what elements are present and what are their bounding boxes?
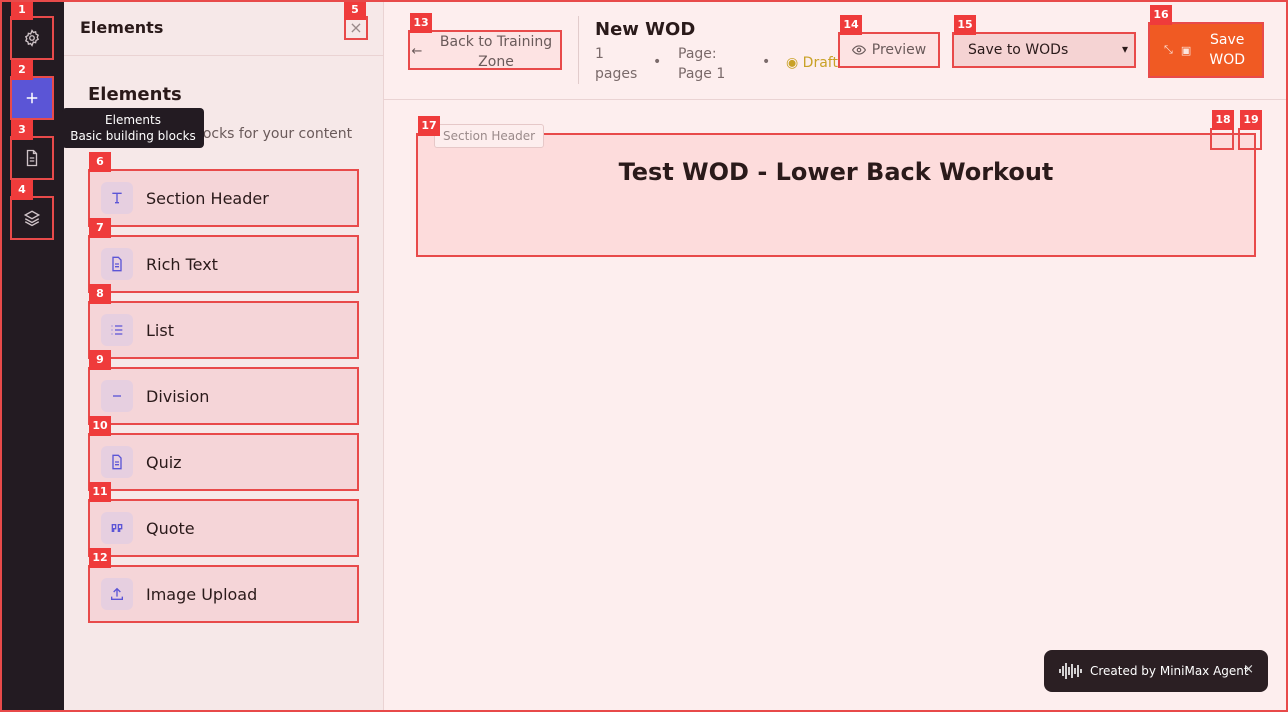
close-icon: × — [349, 18, 363, 37]
icon-rail — [0, 0, 64, 712]
pages-count: 1 pages — [595, 46, 638, 82]
pages-button[interactable] — [10, 136, 54, 180]
annotation-badge: 12 — [89, 548, 111, 568]
page-title: New WOD — [595, 19, 696, 40]
annotation-badge: 14 — [840, 15, 862, 35]
document-icon — [26, 149, 38, 167]
current-page: Page: Page 1 — [678, 46, 726, 82]
annotation-badge: 5 — [344, 0, 366, 20]
meta-separator: • — [762, 54, 771, 70]
tooltip-subtitle: Basic building blocks — [70, 129, 196, 143]
panel-header: Elements × — [64, 0, 384, 56]
back-label: Back to Training Zone — [439, 34, 553, 70]
element-label: List — [146, 320, 174, 340]
tooltip-title: Elements — [105, 113, 161, 127]
annotation-badge: 8 — [89, 284, 111, 304]
save-icon: ▣ — [1180, 43, 1192, 57]
elements-tooltip: Elements Basic building blocks — [62, 108, 204, 148]
section-heading[interactable]: Test WOD - Lower Back Workout — [416, 158, 1256, 186]
save-destination-select[interactable]: Save to WODs ▾ — [952, 32, 1136, 68]
section-type-tag: Section Header — [434, 124, 545, 148]
annotation-badge: 9 — [89, 350, 111, 370]
annotation-badge: 11 — [89, 482, 111, 502]
panel-header-title: Elements — [80, 18, 164, 37]
eye-icon: ◉ — [786, 55, 803, 71]
element-label: Section Header — [146, 188, 269, 208]
annotation-badge: 15 — [954, 15, 976, 35]
eye-icon — [851, 45, 866, 55]
preview-label: Preview — [871, 42, 927, 58]
annotation-badge: 3 — [11, 120, 33, 140]
waveform-icon — [1059, 663, 1082, 679]
annotation-badge: 18 — [1212, 110, 1234, 130]
header-divider — [578, 16, 579, 84]
meta-separator: • — [653, 54, 662, 70]
element-label: Quote — [146, 518, 195, 538]
status-badge: ◉ Draft — [786, 55, 838, 71]
save-wod-label: Save WOD — [1209, 32, 1246, 68]
block-delete-button[interactable] — [1238, 128, 1262, 150]
element-list[interactable]: List — [88, 301, 359, 359]
annotation-badge: 7 — [89, 218, 111, 238]
minimax-toast: Created by MiniMax Agent × — [1044, 650, 1268, 692]
chevron-down-icon: ▾ — [1121, 42, 1128, 56]
element-label: Division — [146, 386, 210, 406]
element-image-upload[interactable]: Image Upload — [88, 565, 359, 623]
arrow-left-icon: ← — [411, 44, 423, 59]
element-quiz[interactable]: Quiz — [88, 433, 359, 491]
annotation-badge: 1 — [11, 0, 33, 20]
status-label: Draft — [802, 55, 838, 71]
expand-icon: ⤡ — [1164, 43, 1173, 56]
gear-icon — [24, 29, 40, 47]
annotation-badge: 16 — [1150, 5, 1172, 25]
element-quote[interactable]: Quote — [88, 499, 359, 557]
elements-panel: Elements × Elements Basic building block… — [64, 0, 384, 712]
section-header-block[interactable] — [416, 133, 1256, 257]
upload-icon — [101, 578, 133, 610]
annotation-badge: 13 — [410, 13, 432, 33]
annotation-badge: 10 — [89, 416, 111, 436]
save-wod-button[interactable]: ⤡ ▣ Save WOD — [1148, 22, 1264, 78]
minus-icon — [101, 380, 133, 412]
annotation-badge: 19 — [1240, 110, 1262, 130]
element-label: Quiz — [146, 452, 182, 472]
element-label: Rich Text — [146, 254, 218, 274]
save-select-value: Save to WODs — [968, 42, 1069, 58]
close-icon[interactable]: × — [1243, 662, 1254, 677]
list-icon — [101, 314, 133, 346]
plus-icon — [26, 92, 38, 104]
back-to-training-zone-button[interactable]: ← Back to Training Zone — [408, 30, 562, 70]
add-element-button[interactable] — [10, 76, 54, 120]
layers-button[interactable] — [10, 196, 54, 240]
element-section-header[interactable]: Section Header — [88, 169, 359, 227]
preview-button[interactable]: Preview — [838, 32, 940, 68]
block-action-button[interactable] — [1210, 128, 1234, 150]
element-division[interactable]: Division — [88, 367, 359, 425]
document-icon — [101, 446, 133, 478]
document-icon — [101, 248, 133, 280]
annotation-badge: 2 — [11, 60, 33, 80]
settings-button[interactable] — [10, 16, 54, 60]
type-icon — [101, 182, 133, 214]
element-rich-text[interactable]: Rich Text — [88, 235, 359, 293]
layers-icon — [23, 210, 41, 227]
annotation-badge: 17 — [418, 116, 440, 136]
toast-text: Created by MiniMax Agent — [1090, 664, 1249, 678]
quote-icon — [101, 512, 133, 544]
element-label: Image Upload — [146, 584, 258, 604]
annotation-badge: 6 — [89, 152, 111, 172]
panel-title: Elements — [88, 84, 182, 105]
annotation-badge: 4 — [11, 180, 33, 200]
